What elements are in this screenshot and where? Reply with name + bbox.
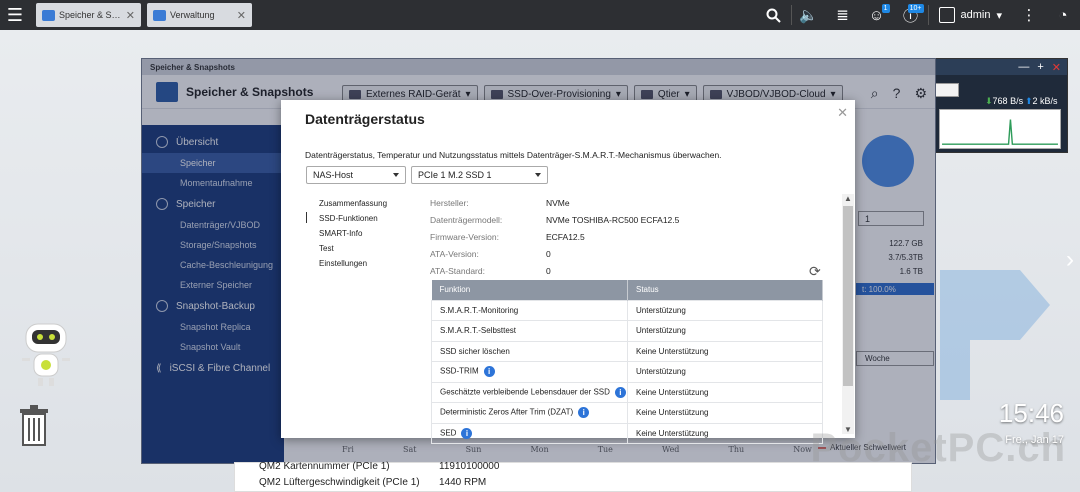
active-tab-marker: [306, 212, 307, 223]
close-icon[interactable]: ✕: [237, 9, 246, 22]
table-row: Deterministic Zeros After Trim (DZAT) i K…: [431, 402, 823, 424]
nav-settings[interactable]: Einstellungen: [319, 256, 387, 271]
info-row: QM2 Kartennummer (PCIe 1) 11910100000: [259, 461, 500, 472]
notification-icon[interactable]: ☺ 1: [860, 0, 894, 30]
info-label: ATA-Standard:: [430, 266, 485, 276]
status-cell: Keine Unterstützung: [627, 422, 823, 444]
info-icon[interactable]: i: [461, 427, 473, 439]
trash-icon[interactable]: [18, 405, 50, 447]
user-menu[interactable]: admin ▾: [929, 7, 1013, 23]
scroll-thumb[interactable]: [843, 206, 853, 386]
info-label: Hersteller:: [430, 198, 469, 208]
function-cell: SSD sicher löschen: [431, 340, 628, 362]
chevron-down-icon: [535, 173, 541, 177]
chevron-down-icon: [393, 173, 399, 177]
table-row: SED i Keine Unterstützung: [431, 422, 823, 444]
status-cell: Unterstützung: [627, 361, 823, 383]
table-row: Geschätzte verbleibende Lebensdauer der …: [431, 381, 823, 403]
dialog-nav: Zusammenfassung SSD-Funktionen SMART-Inf…: [319, 196, 387, 271]
dialog-description: Datenträgerstatus, Temperatur und Nutzun…: [305, 150, 722, 160]
function-cell: Deterministic Zeros After Trim (DZAT) i: [431, 402, 628, 424]
info-row: QM2 Lüftergeschwindigkeit (PCIe 1) 1440 R…: [259, 477, 487, 488]
info-label: Datenträgermodell:: [430, 215, 503, 225]
user-icon: [938, 7, 955, 23]
function-cell: Geschätzte verbleibende Lebensdauer der …: [431, 381, 628, 403]
function-cell: S.M.A.R.T.-Selbsttest: [431, 320, 628, 342]
status-cell: Keine Unterstützung: [627, 381, 823, 403]
search-icon[interactable]: [757, 0, 791, 30]
watermark-text: PocketPC.ch: [810, 426, 1066, 470]
refresh-icon[interactable]: ⟳: [809, 263, 821, 280]
network-graph: [939, 109, 1061, 149]
function-cell: S.M.A.R.T.-Monitoring: [431, 299, 628, 321]
minimize-icon[interactable]: —: [1018, 61, 1029, 73]
username: admin: [960, 9, 991, 21]
column-header: Status: [627, 280, 823, 300]
taskbar-right: 🔈 ≣ ☺ 1 ⓘ 10+ admin ▾ ⋮ ◔: [757, 0, 1080, 30]
info-value: 0: [546, 249, 551, 259]
more-icon[interactable]: ⋮: [1012, 0, 1046, 30]
volume-icon[interactable]: 🔈: [792, 0, 826, 30]
dashboard-icon[interactable]: ◔: [1046, 0, 1080, 30]
tab-label: Speicher & Snapshots: [59, 10, 122, 20]
info-icon[interactable]: ⓘ 10+: [894, 0, 928, 30]
close-icon[interactable]: ✕: [126, 9, 135, 22]
nav-summary[interactable]: Zusammenfassung: [319, 196, 387, 211]
download-rate: ⬇768 B/s: [985, 96, 1024, 106]
table-row: SSD-TRIM i Unterstützung: [431, 361, 823, 383]
monitor-app-icon: [153, 9, 166, 21]
nav-ssd-functions[interactable]: SSD-Funktionen: [319, 211, 387, 226]
info-icon[interactable]: i: [483, 366, 495, 378]
storage-app-icon: [42, 9, 55, 21]
info-value: NVMe: [546, 198, 570, 208]
function-cell: SED i: [431, 422, 628, 444]
table-row: S.M.A.R.T.-Selbsttest Unterstützung: [431, 320, 823, 342]
scroll-up-icon[interactable]: ▲: [844, 194, 852, 203]
info-icon[interactable]: i: [578, 407, 590, 419]
info-icon[interactable]: i: [614, 386, 626, 398]
info-value: 0: [546, 266, 551, 276]
chevron-down-icon: ▾: [996, 9, 1002, 22]
info-badge: 10+: [907, 4, 924, 13]
nav-smart-info[interactable]: SMART-Info: [319, 226, 387, 241]
close-icon[interactable]: ✕: [837, 105, 848, 121]
table-header: Funktion Status: [431, 280, 823, 300]
ssd-function-table: Funktion Status S.M.A.R.T.-Monitoring Un…: [431, 280, 823, 444]
clock-date: Fre., Jan 17: [1005, 434, 1064, 446]
chevron-right-icon[interactable]: ›: [1066, 246, 1074, 274]
tab-storage-snapshots[interactable]: Speicher & Snapshots ✕: [36, 3, 141, 27]
disk-select[interactable]: PCIe 1 M.2 SSD 1: [411, 166, 548, 184]
menu-icon[interactable]: ☰: [0, 0, 30, 30]
host-select[interactable]: NAS-Host: [306, 166, 406, 184]
table-row: SSD sicher löschen Keine Unterstützung: [431, 340, 823, 362]
tab-label: Verwaltung: [170, 10, 215, 20]
info-value: NVMe TOSHIBA-RC500 ECFA12.5: [546, 215, 680, 225]
info-label: Firmware-Version:: [430, 232, 499, 242]
status-cell: Unterstützung: [627, 299, 823, 321]
dialog-title: Datenträgerstatus: [305, 111, 425, 127]
function-cell: SSD-TRIM i: [431, 361, 628, 383]
disk-status-dialog: Datenträgerstatus ✕ Datenträgerstatus, T…: [281, 100, 855, 444]
status-cell: Keine Unterstützung: [627, 340, 823, 362]
tab-verwaltung[interactable]: Verwaltung ✕: [147, 3, 252, 27]
info-label: ATA-Version:: [430, 249, 479, 259]
dialog-scrollbar[interactable]: ▲ ▼: [842, 194, 854, 434]
close-icon[interactable]: ✕: [1052, 61, 1061, 74]
add-icon[interactable]: +: [1037, 61, 1043, 73]
robot-assistant-icon[interactable]: [18, 320, 74, 390]
upload-rate: ⬆2 kB/s: [1025, 96, 1058, 106]
column-header: Funktion: [431, 280, 628, 300]
taskbar: ☰ Speicher & Snapshots ✕ Verwaltung ✕ 🔈 …: [0, 0, 1080, 30]
notification-badge: 1: [881, 4, 890, 13]
info-value: ECFA12.5: [546, 232, 585, 242]
nav-test[interactable]: Test: [319, 241, 387, 256]
table-row: S.M.A.R.T.-Monitoring Unterstützung: [431, 299, 823, 321]
clock-time: 15:46: [998, 398, 1064, 428]
status-cell: Keine Unterstützung: [627, 402, 823, 424]
status-cell: Unterstützung: [627, 320, 823, 342]
tasks-icon[interactable]: ≣: [826, 0, 860, 30]
